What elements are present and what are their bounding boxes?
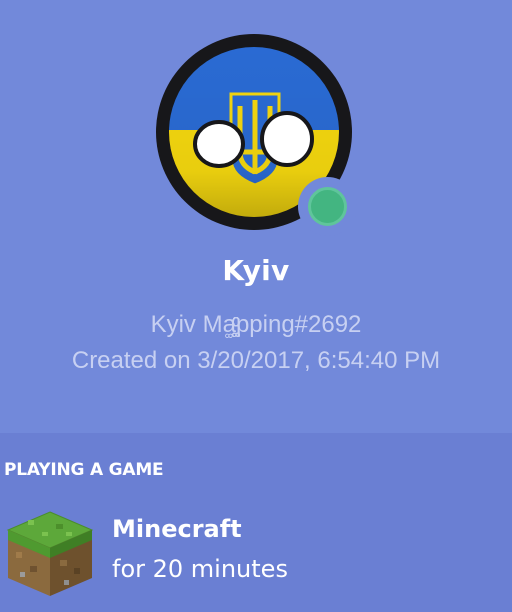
game-duration: for 20 minutes: [112, 555, 288, 583]
account-created-date: Created on 3/20/2017, 6:54:40 PM: [71, 347, 441, 374]
status-indicator: [298, 177, 357, 236]
profile-header: Kyiv Kyiv Ma͚͚͚͚͚͚͚͚͚͚͚͚͚͚͚ͨͨͨͨͨͨͨͨͨͨͨͨͨ…: [0, 0, 512, 433]
activity-header: PLAYING A GAME: [4, 460, 164, 480]
game-name: Minecraft: [112, 515, 242, 543]
minecraft-grass-block-icon[interactable]: [4, 508, 96, 600]
activity-section: PLAYING A GAME Minecraft for 20 minutes: [0, 433, 512, 612]
user-tag[interactable]: Kyiv Ma͚͚͚͚͚͚͚͚͚͚͚͚͚͚͚ͨͨͨͨͨͨͨͨͨͨͨͨͨͨͨͨpp…: [0, 311, 512, 339]
username: Kyiv: [222, 254, 290, 287]
online-status-icon: [308, 187, 347, 226]
